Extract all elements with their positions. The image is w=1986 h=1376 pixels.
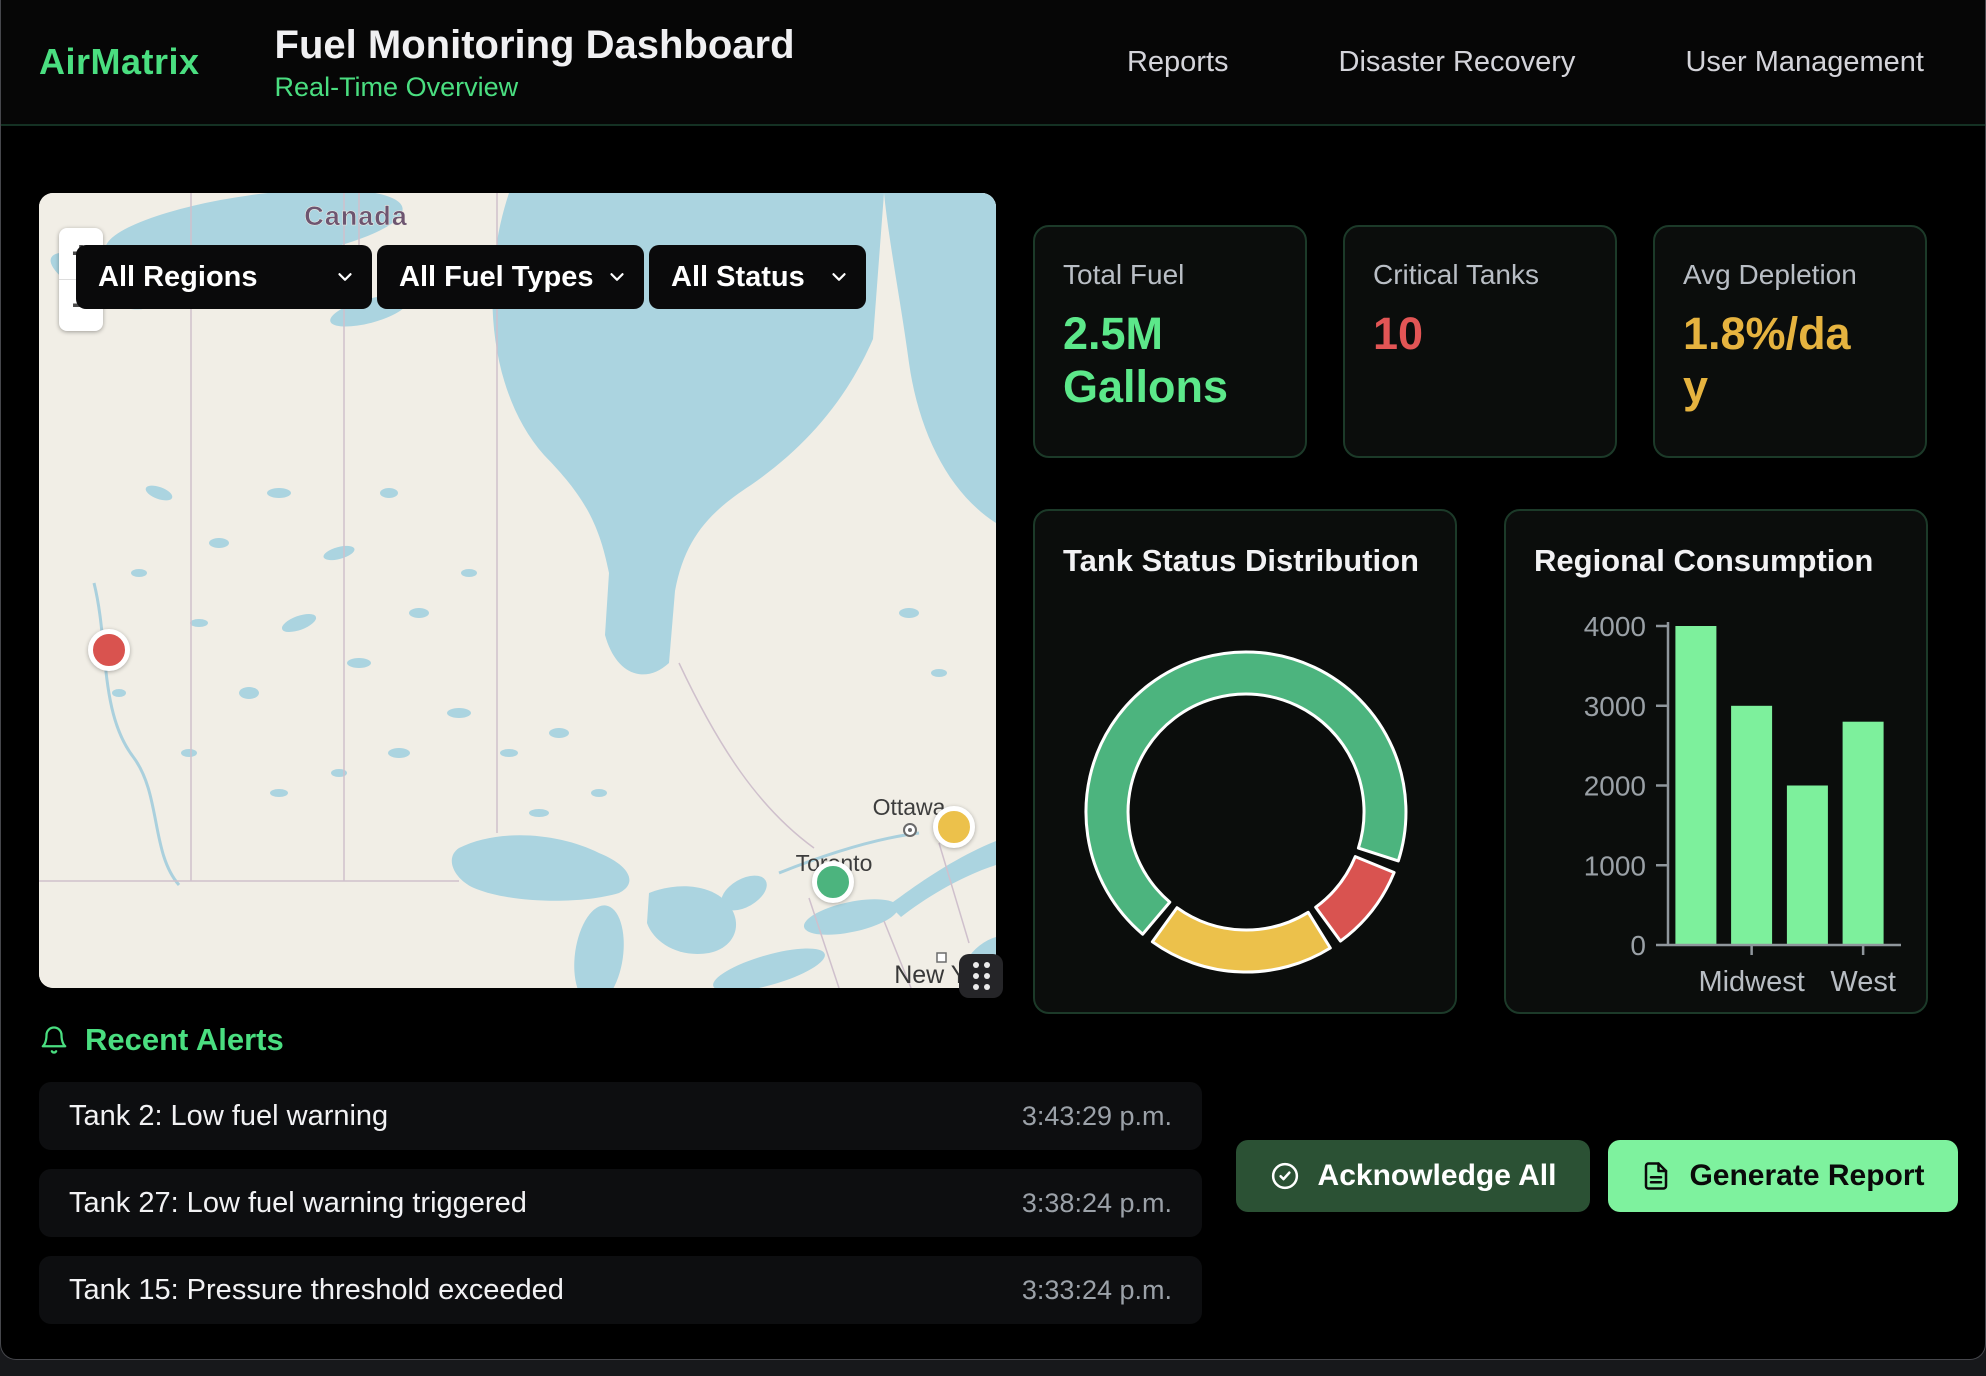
stat-value: 10 <box>1373 307 1563 360</box>
generate-report-label: Generate Report <box>1689 1159 1924 1193</box>
fuel-types-filter-select[interactable]: All Fuel Types <box>377 245 644 309</box>
stats-row: Total Fuel 2.5M Gallons Critical Tanks 1… <box>1033 225 1928 458</box>
map-label-canada: Canada <box>304 201 408 231</box>
nav-item-disaster-recovery[interactable]: Disaster Recovery <box>1339 46 1576 79</box>
tank-status-title: Tank Status Distribution <box>1063 543 1427 579</box>
nav-item-user-management[interactable]: User Management <box>1685 46 1924 79</box>
page-title: Fuel Monitoring Dashboard <box>275 22 795 68</box>
y-tick-label: 2000 <box>1584 771 1646 802</box>
action-buttons: Acknowledge All Generate Report <box>1236 1140 1958 1212</box>
check-circle-icon <box>1270 1161 1300 1191</box>
bar-west <box>1843 722 1884 945</box>
brand-logo[interactable]: AirMatrix <box>39 41 200 83</box>
alerts-header: Recent Alerts <box>39 1022 1202 1058</box>
regional-consumption-title: Regional Consumption <box>1534 543 1898 579</box>
map-marker-critical[interactable] <box>88 629 130 671</box>
y-tick-label: 1000 <box>1584 850 1646 881</box>
stat-card-critical-tanks: Critical Tanks 10 <box>1343 225 1617 458</box>
regional-consumption-panel: Regional Consumption 0 1000 2000 3000 4000 Mi… <box>1504 509 1928 1014</box>
alert-message: Tank 27: Low fuel warning triggered <box>69 1187 527 1220</box>
y-tick-label: 4000 <box>1584 611 1646 642</box>
x-tick-label: Midwest <box>1698 966 1804 998</box>
recent-alerts-section: Recent Alerts Tank 2: Low fuel warning 3… <box>39 1022 1202 1343</box>
acknowledge-all-label: Acknowledge All <box>1318 1159 1557 1193</box>
map-panel: Canada Ottawa Toronto New York + − All R… <box>39 193 996 988</box>
y-tick-label: 0 <box>1630 930 1646 961</box>
alert-time: 3:38:24 p.m. <box>1022 1188 1172 1219</box>
nav-item-reports[interactable]: Reports <box>1127 46 1229 79</box>
bar-northeast <box>1675 626 1716 945</box>
main-nav: Reports Disaster Recovery User Managemen… <box>1127 46 1924 79</box>
status-filter-value: All Status <box>671 261 805 294</box>
map-marker-normal[interactable] <box>812 861 854 903</box>
stat-card-avg-depletion: Avg Depletion 1.8%/day <box>1653 225 1927 458</box>
alert-message: Tank 2: Low fuel warning <box>69 1100 388 1133</box>
chevron-down-icon <box>828 266 850 288</box>
header: AirMatrix Fuel Monitoring Dashboard Real… <box>1 0 1985 126</box>
status-filter-select[interactable]: All Status <box>649 245 866 309</box>
chevron-down-icon <box>334 266 356 288</box>
generate-report-button[interactable]: Generate Report <box>1608 1140 1958 1212</box>
stat-label: Avg Depletion <box>1683 259 1897 291</box>
x-tick-label: West <box>1830 966 1896 998</box>
map-resize-handle[interactable] <box>959 954 1003 998</box>
alert-message: Tank 15: Pressure threshold exceeded <box>69 1274 564 1307</box>
regions-filter-value: All Regions <box>98 261 258 294</box>
map-surface[interactable]: Canada Ottawa Toronto New York + − All R… <box>39 193 996 988</box>
charts-row: Tank Status Distribution Regional Consum… <box>1033 509 1928 1014</box>
stat-value: 2.5M Gallons <box>1063 307 1253 413</box>
tank-status-panel: Tank Status Distribution <box>1033 509 1457 1014</box>
donut-segment-critical <box>1316 857 1394 942</box>
bar-midwest <box>1731 706 1772 945</box>
dashboard-window: AirMatrix Fuel Monitoring Dashboard Real… <box>0 0 1986 1360</box>
stat-value: 1.8%/day <box>1683 307 1873 413</box>
tank-status-donut <box>1035 511 1457 1014</box>
donut-segment-warning <box>1152 908 1330 972</box>
alert-row[interactable]: Tank 15: Pressure threshold exceeded 3:3… <box>39 1256 1202 1324</box>
stat-label: Total Fuel <box>1063 259 1277 291</box>
alert-row[interactable]: Tank 2: Low fuel warning 3:43:29 p.m. <box>39 1082 1202 1150</box>
stat-card-total-fuel: Total Fuel 2.5M Gallons <box>1033 225 1307 458</box>
alert-row[interactable]: Tank 27: Low fuel warning triggered 3:38… <box>39 1169 1202 1237</box>
right-column: Total Fuel 2.5M Gallons Critical Tanks 1… <box>1033 225 1928 1014</box>
regional-consumption-chart: 0 1000 2000 3000 4000 Midwest West <box>1506 511 1928 1014</box>
document-icon <box>1641 1161 1671 1191</box>
regions-filter-select[interactable]: All Regions <box>76 245 372 309</box>
map-marker-warning[interactable] <box>933 806 975 848</box>
acknowledge-all-button[interactable]: Acknowledge All <box>1236 1140 1590 1212</box>
alert-time: 3:43:29 p.m. <box>1022 1101 1172 1132</box>
y-tick-label: 3000 <box>1584 691 1646 722</box>
alert-time: 3:33:24 p.m. <box>1022 1275 1172 1306</box>
alerts-title: Recent Alerts <box>85 1022 284 1058</box>
map-filters: All Regions All Fuel Types All Status <box>76 245 866 309</box>
page-subtitle: Real-Time Overview <box>275 72 795 103</box>
bell-icon <box>39 1025 69 1055</box>
title-block: Fuel Monitoring Dashboard Real-Time Over… <box>275 22 795 103</box>
map-canvas[interactable]: Canada Ottawa Toronto New York <box>39 193 996 988</box>
bar-south <box>1787 786 1828 946</box>
fuel-types-filter-value: All Fuel Types <box>399 261 593 294</box>
chevron-down-icon <box>606 266 628 288</box>
stat-label: Critical Tanks <box>1373 259 1587 291</box>
